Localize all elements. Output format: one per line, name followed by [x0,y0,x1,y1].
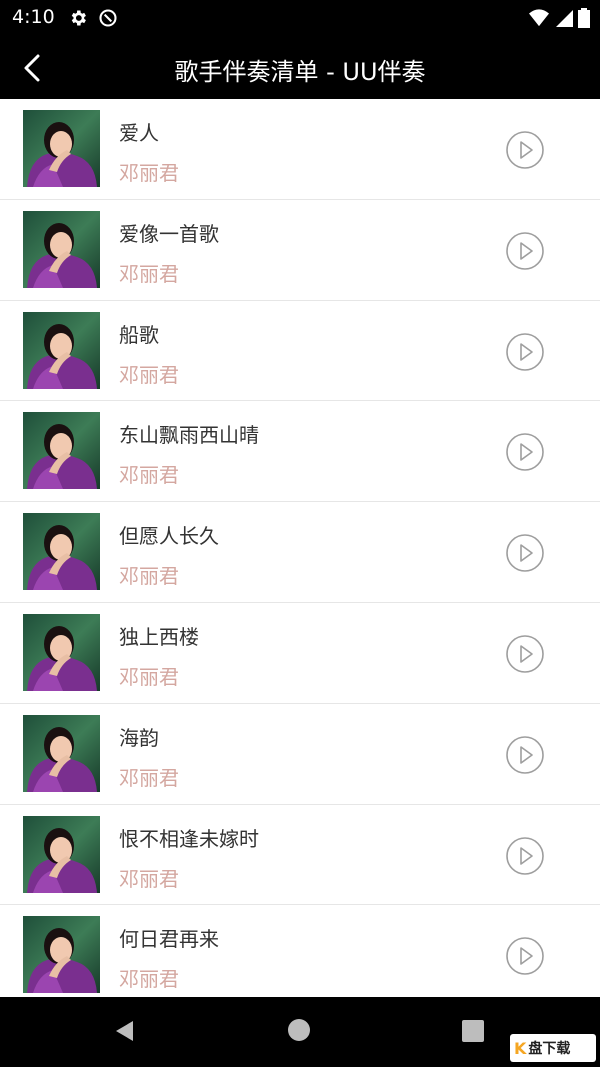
song-artist: 邓丽君 [119,664,179,689]
song-artist: 邓丽君 [119,261,179,286]
play-icon [506,332,544,371]
song-title: 爱像一首歌 [119,221,219,246]
play-button[interactable] [505,735,545,775]
song-artist: 邓丽君 [119,564,179,589]
play-button[interactable] [505,231,545,271]
song-title: 但愿人长久 [119,524,219,549]
status-icons-right [528,8,590,28]
nav-home-icon[interactable] [288,1019,310,1041]
signal-icon [556,10,573,27]
play-button[interactable] [505,533,545,573]
play-icon [506,937,544,976]
watermark-logo: K 盘下载 [510,1034,596,1062]
play-button[interactable] [505,634,545,674]
song-list-item[interactable]: 独上西楼 邓丽君 [0,602,600,704]
watermark-logo-icon: K [514,1038,527,1058]
song-list-item[interactable]: 东山飘雨西山晴 邓丽君 [0,401,600,503]
song-title: 何日君再来 [119,927,219,952]
song-title: 独上西楼 [119,624,199,649]
song-title: 恨不相逢未嫁时 [119,826,259,851]
play-button[interactable] [505,332,545,372]
play-icon [506,231,544,270]
play-button[interactable] [505,936,545,976]
song-title: 海韵 [119,725,159,750]
song-list-item[interactable]: 恨不相逢未嫁时 邓丽君 [0,804,600,906]
song-list-item[interactable]: 爱像一首歌 邓丽君 [0,199,600,301]
song-list: 爱人 邓丽君 爱像一首歌 邓丽君 船歌 邓丽君 东山飘雨西山晴 邓丽君 但愿人长… [0,99,600,997]
battery-icon [578,8,590,28]
album-cover-image [23,210,100,288]
song-title: 船歌 [119,322,159,347]
gear-icon [71,10,86,26]
song-list-item[interactable]: 但愿人长久 邓丽君 [0,502,600,603]
album-cover-image [23,412,100,490]
play-icon [506,131,544,169]
album-cover-image [23,714,100,792]
song-artist: 邓丽君 [119,967,179,992]
page-title: 歌手伴奏清单 - UU伴奏 [174,58,426,86]
play-icon [506,635,544,673]
song-list-item[interactable]: 何日君再来 邓丽君 [0,905,600,997]
song-title: 爱人 [119,121,159,145]
song-title: 东山飘雨西山晴 [119,423,259,448]
song-artist: 邓丽君 [119,765,179,790]
play-button[interactable] [505,432,545,472]
album-cover-image [23,311,100,389]
album-cover-image [23,613,100,691]
nav-back-icon[interactable] [113,1019,137,1043]
watermark-text: 盘下载 [528,1041,571,1057]
album-cover-image [23,815,100,893]
song-list-item[interactable]: 海韵 邓丽君 [0,703,600,805]
song-list-item[interactable]: 爱人 邓丽君 [0,99,600,200]
song-artist: 邓丽君 [119,362,179,387]
play-icon [506,534,544,572]
play-button[interactable] [505,836,545,876]
status-time: 4:10 [12,6,55,28]
wifi-icon [529,9,549,27]
song-list-item[interactable]: 船歌 邓丽君 [0,300,600,402]
song-artist: 邓丽君 [119,866,179,891]
album-cover-image [23,110,100,187]
play-icon [506,433,544,472]
status-bar: 4:10 [0,0,600,36]
song-artist: 邓丽君 [119,161,179,185]
app-bar: 歌手伴奏清单 - UU伴奏 [0,36,600,99]
at-sign-icon [99,9,117,27]
status-icons-left [68,8,118,28]
song-artist: 邓丽君 [119,463,179,488]
album-cover-image [23,513,100,591]
play-button[interactable] [505,130,545,170]
play-icon [506,836,544,875]
album-cover-image [23,916,100,994]
nav-recents-icon[interactable] [462,1020,484,1042]
play-icon [506,735,544,774]
